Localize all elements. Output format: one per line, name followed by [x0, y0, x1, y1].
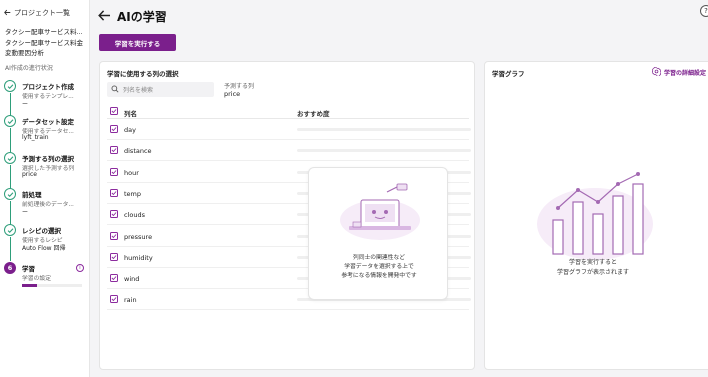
project-title-line-1: タクシー配車サービス料...	[5, 28, 83, 36]
recommendation-placeholder-bar	[297, 128, 471, 131]
step-sub: 使用するテンプレ...	[22, 94, 74, 100]
step-progress-bar	[22, 284, 82, 287]
search-icon	[111, 85, 119, 95]
target-column-label: 予測する列	[224, 83, 255, 90]
graph-empty-line-2: 学習グラフが表示されます	[556, 269, 629, 276]
column-name: pressure	[124, 232, 153, 241]
step-value: ー	[22, 209, 29, 216]
column-selection-panel: 学習に使用する列の選択 列名を検索 予測する列 price 列名 おすすめ度 d…	[99, 61, 475, 370]
step-recipe[interactable]: レシピの選択 使用するレシピ Auto Flow 回帰	[4, 224, 88, 262]
step-title: レシピの選択	[22, 227, 61, 235]
step-title: 学習	[22, 265, 35, 273]
column-search-input[interactable]: 列名を検索	[107, 82, 214, 97]
placeholder-line-3: 参考になる情報を開発中です	[341, 273, 417, 279]
column-name: rain	[124, 296, 137, 305]
panel-title: 学習グラフ	[492, 70, 525, 78]
target-column-value: price	[224, 90, 241, 98]
step-dataset[interactable]: データセット設定 使用するデータセ... lyft_train	[4, 115, 88, 153]
select-all-checkbox[interactable]	[110, 107, 118, 115]
step-sub: 学習の設定	[22, 276, 51, 282]
advanced-settings-link[interactable]: 学習の詳細設定	[651, 67, 707, 78]
check-icon	[4, 224, 16, 236]
recommendation-header: おすすめ度	[297, 110, 330, 118]
column-checkbox[interactable]	[110, 231, 118, 240]
step-value: price	[22, 171, 37, 178]
column-name: day	[124, 126, 136, 134]
column-name: distance	[124, 147, 152, 156]
info-placeholder-card: 列同士の関連性など 学習データを選択する上で 参考になる情報を開発中です	[308, 167, 448, 300]
back-arrow-icon[interactable]	[98, 9, 111, 24]
column-checkbox[interactable]	[110, 167, 118, 176]
step-title: 予測する列の選択	[22, 155, 74, 163]
training-graph-panel: 学習グラフ 学習の詳細設定 学習を実行すると 学習グラフが表示されます	[484, 61, 708, 370]
step-progress-fill	[22, 284, 37, 287]
back-to-projects-link[interactable]: プロジェクト一覧	[4, 8, 70, 18]
step-target-column[interactable]: 予測する列の選択 選択した予測する列 price	[4, 152, 88, 190]
column-name: humidity	[124, 253, 153, 262]
step-value: lyft_train	[22, 134, 49, 141]
column-checkbox[interactable]	[110, 146, 118, 155]
page-header: AIの学習	[98, 8, 167, 25]
column-checkbox[interactable]	[110, 188, 118, 197]
placeholder-line-1: 列同士の関連性など	[352, 255, 406, 261]
step-connector	[9, 237, 11, 261]
step-title: 前処理	[22, 191, 42, 199]
step-title: プロジェクト作成	[22, 83, 74, 91]
column-name: hour	[124, 168, 139, 177]
column-row[interactable]: distance	[107, 140, 471, 162]
column-name: clouds	[124, 211, 145, 220]
step-value: Auto Flow 回帰	[22, 245, 66, 252]
column-checkbox[interactable]	[110, 125, 118, 133]
page-title: AIの学習	[117, 10, 167, 24]
project-title-line-2: タクシー配車サービス料金	[5, 39, 83, 47]
info-icon[interactable]: i	[76, 264, 84, 272]
project-title-line-3: 変動要因分析	[5, 49, 44, 57]
check-icon	[4, 188, 16, 200]
check-icon	[4, 80, 16, 92]
step-connector	[9, 128, 11, 152]
check-icon	[4, 115, 16, 127]
step-connector	[9, 201, 11, 225]
gear-icon	[651, 67, 662, 78]
step-sub: 前処理後のデータ...	[22, 202, 74, 208]
progress-section-label: AI作成の進行状況	[5, 65, 53, 72]
column-row[interactable]: day	[107, 119, 471, 140]
run-training-button[interactable]: 学習を実行する	[99, 34, 176, 51]
step-connector	[9, 93, 11, 117]
step-number-badge: 6	[4, 262, 16, 274]
step-preprocess[interactable]: 前処理 前処理後のデータ... ー	[4, 188, 88, 226]
column-name-header: 列名	[124, 110, 137, 118]
check-icon	[4, 152, 16, 164]
step-title: データセット設定	[22, 118, 74, 126]
bar-chart-illustration-icon	[537, 172, 653, 260]
column-checkbox[interactable]	[110, 274, 118, 283]
placeholder-line-2: 学習データを選択する上で	[344, 264, 414, 270]
column-checkbox[interactable]	[110, 210, 118, 219]
recommendation-placeholder-bar	[297, 149, 471, 153]
step-value: ー	[22, 101, 29, 108]
column-name: wind	[124, 275, 140, 284]
step-project-create[interactable]: プロジェクト作成 使用するテンプレ... ー	[4, 80, 88, 118]
help-button[interactable]: ?	[700, 5, 708, 17]
arrow-left-icon	[4, 9, 11, 18]
step-training-active[interactable]: 6 学習 i 学習の設定	[4, 262, 88, 300]
step-connector	[9, 165, 11, 189]
sidebar: プロジェクト一覧 タクシー配車サービス料... タクシー配車サービス料金 変動要…	[0, 0, 90, 377]
settings-link-label: 学習の詳細設定	[664, 70, 707, 77]
back-link-label: プロジェクト一覧	[14, 9, 70, 17]
search-placeholder: 列名を検索	[123, 87, 154, 94]
dev-illustration-icon	[340, 183, 420, 240]
column-checkbox[interactable]	[110, 252, 118, 261]
panel-title: 学習に使用する列の選択	[107, 70, 179, 78]
column-checkbox[interactable]	[110, 295, 118, 304]
column-name: temp	[124, 189, 142, 198]
graph-empty-line-1: 学習を実行すると	[568, 259, 617, 266]
table-header: 列名 おすすめ度	[107, 105, 469, 119]
